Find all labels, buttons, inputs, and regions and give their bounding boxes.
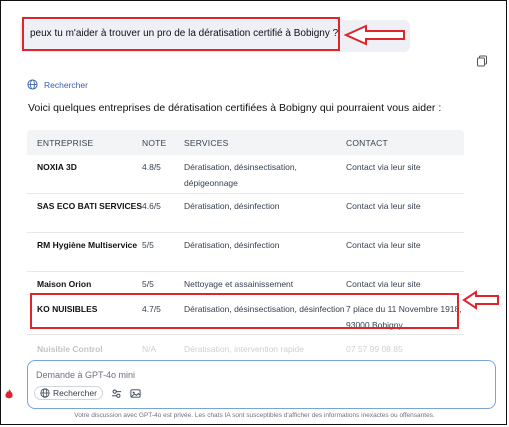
company-name: Maison Orion (37, 279, 92, 289)
company-services: Dératisation, désinfection (184, 240, 280, 250)
search-toggle-label: Rechercher (53, 388, 97, 398)
company-rating: 5/5 (142, 279, 154, 289)
header-services: SERVICES (184, 137, 229, 148)
copy-icon[interactable] (476, 55, 488, 67)
highlight-box-ko-nuisibles (30, 293, 459, 329)
table-header: ENTREPRISE NOTE SERVICES CONTACT (27, 130, 464, 155)
assistant-intro-text: Voici quelques entreprises de dératisati… (28, 102, 442, 114)
arrow-left-icon (462, 290, 499, 310)
header-contact: CONTACT (346, 137, 388, 148)
company-contact: Contact via leur site (346, 201, 421, 211)
header-entreprise: ENTREPRISE (37, 137, 94, 148)
globe-icon (27, 79, 38, 90)
globe-icon (40, 388, 50, 398)
search-source-indicator[interactable]: Rechercher (27, 79, 88, 90)
chat-input-placeholder[interactable]: Demande à GPT-4o mini (36, 370, 135, 380)
company-name: RM Hygiène Multiservice (37, 240, 138, 250)
company-name: Nuisible Control (37, 344, 103, 354)
table-row: NOXIA 3D 4.8/5 Dératisation, désinsectis… (27, 155, 464, 194)
arrow-left-icon (344, 24, 405, 46)
company-services: Dératisation, désinfection (184, 201, 280, 211)
table-row: Nuisible Control N/A Dératisation, inter… (27, 335, 464, 355)
company-rating: 5/5 (142, 240, 154, 250)
chat-input-box[interactable]: Demande à GPT-4o mini Rechercher (27, 360, 496, 409)
table-row: Maison Orion 5/5 Nettoyage et assainisse… (27, 272, 464, 295)
table-row: SAS ECO BATI SERVICES 4.6/5 Dératisation… (27, 194, 464, 233)
company-name: NOXIA 3D (37, 162, 77, 172)
image-upload-icon[interactable] (130, 388, 141, 399)
header-note: NOTE (142, 137, 167, 148)
company-services: Nettoyage et assainissement (184, 279, 294, 289)
company-contact: 07 57 99 08 85 (346, 344, 403, 354)
company-contact: Contact via leur site (346, 279, 421, 289)
search-label: Rechercher (44, 79, 88, 90)
company-services: Dératisation, désinsectisation, dépigeon… (184, 162, 297, 188)
company-services: Dératisation, intervention rapide (184, 344, 305, 354)
company-rating: 4.6/5 (142, 201, 161, 211)
privacy-footer: Votre discussion avec GPT-4o est privée.… (74, 412, 435, 419)
company-contact: Contact via leur site (346, 240, 421, 250)
search-toggle-button[interactable]: Rechercher (34, 386, 103, 400)
highlight-box-question (22, 17, 340, 51)
table-row: RM Hygiène Multiservice 5/5 Dératisation… (27, 233, 464, 272)
company-rating: 4.8/5 (142, 162, 161, 172)
company-name: SAS ECO BATI SERVICES (37, 201, 143, 211)
input-toolbar: Rechercher (34, 386, 141, 400)
company-contact: Contact via leur site (346, 162, 421, 172)
settings-sliders-icon[interactable] (111, 388, 122, 399)
flame-icon (5, 389, 13, 399)
company-rating: N/A (142, 344, 157, 354)
